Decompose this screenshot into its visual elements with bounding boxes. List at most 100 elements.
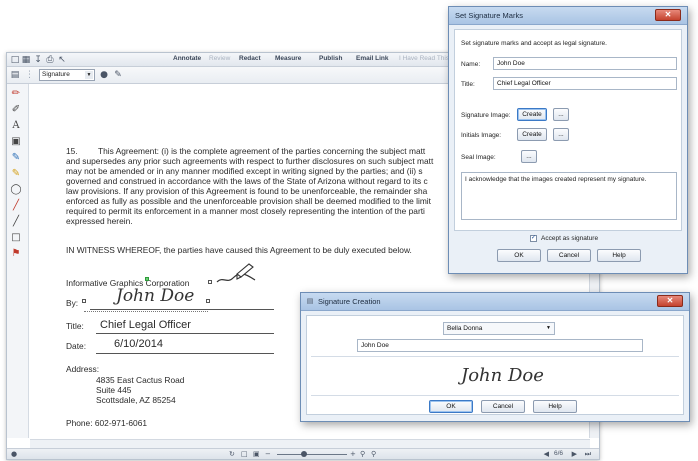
rotate-handle[interactable] [145,277,149,281]
dialog-body: Bella Donna ▼ John Doe John Doe OK Cance… [306,315,684,415]
print-icon[interactable]: ⎙ [45,55,55,65]
refresh-icon[interactable]: ↻ [229,450,235,458]
signature-pen-icon[interactable]: ✎ [113,70,123,80]
signature-field[interactable]: John Doe [116,286,194,306]
app-icon: ▤ [306,297,314,305]
font-select-value: Bella Donna [447,325,483,332]
date-underline [96,353,274,354]
name-input[interactable]: John Doe [493,57,677,70]
paragraph-line: required to permit its enforcement in a … [66,206,425,216]
last-page-icon[interactable]: ⏭ [585,450,591,459]
close-button[interactable]: ✕ [657,295,683,307]
cancel-button[interactable]: Cancel [481,400,525,413]
browse-seal-image-button[interactable]: ... [521,150,537,163]
title-input[interactable]: Chief Legal Officer [493,77,677,90]
signature-stamp-icon[interactable] [215,262,257,286]
previous-page-icon[interactable]: ◀ [544,450,549,458]
date-label: Date: [66,341,87,351]
resize-handle[interactable] [82,299,86,303]
signature-underline [90,309,274,310]
paragraph-line: enforced as fully as possible and the un… [66,196,431,206]
font-select[interactable]: Bella Donna ▼ [443,322,555,335]
ellipse-icon[interactable]: ◯ [10,184,22,196]
ok-button[interactable]: OK [429,400,473,413]
create-signature-image-button[interactable]: Create [517,108,547,121]
help-button[interactable]: Help [533,400,577,413]
signature-text-input[interactable]: John Doe [357,339,643,352]
acknowledgement-box[interactable]: I acknowledge that the images created re… [461,172,677,220]
image-icon[interactable]: ▣ [10,136,22,148]
text-icon[interactable]: A [10,120,22,132]
menu-review[interactable]: Review [209,55,230,62]
title-label: Title: [461,81,475,88]
address-line: Suite 445 [96,385,132,395]
address-line: Scottsdale, AZ 85254 [96,395,176,405]
paragraph-line: law provisions. If any provision of this… [66,186,428,196]
panel-icon[interactable]: ▤ [10,70,20,80]
highlighter-icon[interactable]: ✐ [10,104,22,116]
menu-measure[interactable]: Measure [275,55,301,62]
initials-image-label: Initials Image: [461,132,502,139]
seal-image-label: Seal Image: [461,154,496,161]
signature-image-label: Signature Image: [461,112,511,119]
magnifier-icon[interactable]: ⚲ [360,450,365,458]
page-icon[interactable]: □ [241,450,248,458]
sync-icon[interactable]: ● [11,450,17,458]
cancel-button[interactable]: Cancel [547,249,591,262]
paragraph-line: This Agreement: (i) is the complete agre… [98,146,426,156]
zoom-knob[interactable] [301,451,307,457]
fit-page-icon[interactable]: ▣ [253,450,260,458]
signature-creation-dialog: ▤ Signature Creation ✕ Bella Donna ▼ Joh… [300,292,690,422]
next-page-icon[interactable]: ▶ [572,450,577,458]
pointer-icon[interactable]: ↖ [57,55,67,65]
dialog-title-bar[interactable]: ▤ Signature Creation ✕ [301,293,689,311]
zoom-out-icon[interactable]: − [265,450,271,458]
browse-initials-image-button[interactable]: ... [553,128,569,141]
dialog-body: Set signature marks and accept as legal … [454,29,682,231]
line-icon[interactable]: ╱ [10,200,22,212]
pencil-icon[interactable]: ✏ [10,88,22,100]
settings-icon[interactable]: ● [99,70,109,80]
create-initials-image-button[interactable]: Create [517,128,547,141]
date-field[interactable]: 6/10/2014 [114,338,163,351]
accept-as-signature-checkbox[interactable]: ✓ [530,235,537,242]
phone-line: Phone: 602-971-6061 [66,418,148,428]
download-icon[interactable]: ↧ [33,55,43,65]
signature-preview-text: John Doe [461,365,544,386]
document-icon[interactable]: □ [10,55,20,65]
ok-button[interactable]: OK [497,249,541,262]
witness-line: IN WITNESS WHEREOF, the parties have cau… [66,245,412,255]
rectangle-icon[interactable]: □ [10,232,22,244]
instructions-text: Set signature marks and accept as legal … [461,40,607,47]
dialog-title-bar[interactable]: Set Signature Marks ✕ [449,7,687,25]
grid-icon[interactable]: ▦ [21,55,31,65]
accept-as-signature-label: Accept as signature [541,235,599,242]
page-readout: 6/6 [553,450,563,457]
by-label: By: [66,298,79,308]
menu-annotate[interactable]: Annotate [173,55,201,62]
signature-type-select[interactable]: Signature ▼ [39,69,95,81]
arrow-icon[interactable]: ╱ [10,216,22,228]
status-bar: ● ↻ □ ▣ − + ⚲ ⚲ ◀ 6/6 ▶ ⏭ [7,448,599,459]
help-button[interactable]: Help [597,249,641,262]
menu-i-have-read-this[interactable]: I Have Read This [399,55,449,62]
pen-icon[interactable]: ✎ [10,152,22,164]
chevron-down-icon: ▼ [85,71,93,79]
menu-email-link[interactable]: Email Link [356,55,389,62]
menu-publish[interactable]: Publish [319,55,342,62]
magnifier-plus-icon[interactable]: ⚲ [371,450,376,458]
marker-icon[interactable]: ✎ [10,168,22,180]
title-field[interactable]: Chief Legal Officer [100,319,191,332]
close-button[interactable]: ✕ [655,9,681,21]
selection-box-edge [84,311,208,312]
zoom-in-icon[interactable]: + [350,450,356,458]
resize-handle[interactable] [206,299,210,303]
zoom-slider[interactable] [277,451,347,457]
stamp-icon[interactable]: ⚑ [10,248,22,260]
set-signature-marks-dialog: Set Signature Marks ✕ Set signature mark… [448,6,688,274]
resize-handle[interactable] [208,280,212,284]
signature-preview: John Doe [311,356,679,396]
paragraph-line: governed and construed in accordance wit… [66,176,428,186]
browse-signature-image-button[interactable]: ... [553,108,569,121]
menu-redact[interactable]: Redact [239,55,261,62]
